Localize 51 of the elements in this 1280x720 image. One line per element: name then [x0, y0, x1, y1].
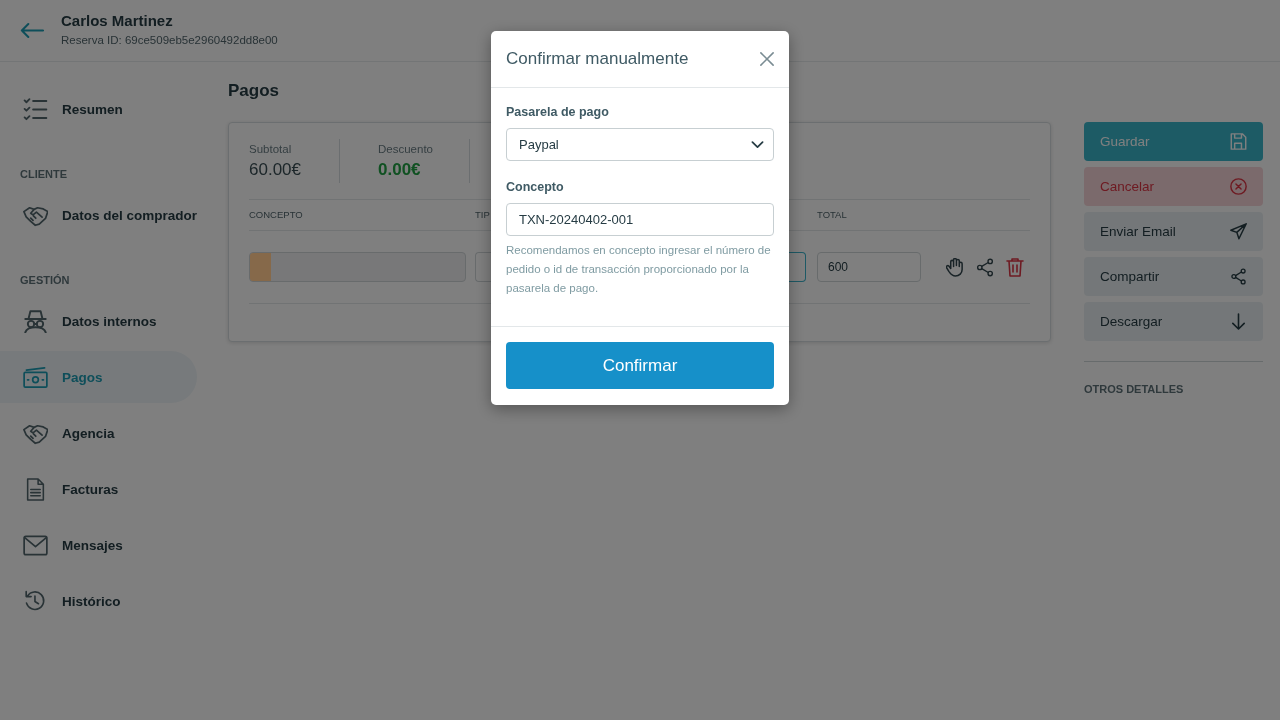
booking-id: Reserva ID: 69ce509eb5e2960492dd8e00 — [61, 33, 278, 47]
gateway-select[interactable]: Paypal — [506, 128, 774, 161]
concept-input[interactable]: TXN-20240402-001 — [506, 203, 774, 236]
concept-field[interactable] — [249, 252, 466, 282]
amount-field[interactable] — [789, 252, 806, 282]
page-title: Pagos — [228, 80, 280, 102]
summary-value: 60.00€ — [249, 159, 301, 180]
envelope-icon — [23, 533, 48, 557]
share-icon[interactable] — [976, 257, 994, 277]
circle-x-icon — [1230, 178, 1247, 195]
nav-item[interactable]: Facturas — [0, 463, 127, 515]
customer-name: Carlos Martinez — [61, 12, 173, 30]
nav-item[interactable]: Resumen — [0, 83, 131, 135]
close-icon[interactable] — [760, 52, 774, 66]
section-heading: OTROS DETALLES — [1084, 382, 1184, 396]
chevron-down-icon — [751, 140, 764, 149]
dialog-title: Confirmar manualmente — [506, 49, 689, 69]
banknote-icon — [23, 365, 48, 389]
paper-plane-icon — [1230, 223, 1247, 240]
nav-item[interactable]: Pagos — [0, 351, 197, 403]
summary-label: Subtotal — [249, 142, 292, 156]
total-input[interactable]: 600 — [817, 252, 921, 282]
section-heading: GESTIÓN — [20, 273, 70, 287]
field-label: Concepto — [506, 179, 564, 195]
type-field[interactable] — [475, 252, 491, 282]
checklist-icon — [23, 97, 48, 121]
summary-value: 0.00€ — [378, 159, 421, 180]
nav-item[interactable]: Datos internos — [0, 295, 165, 347]
arrow-down-icon — [1230, 313, 1247, 330]
nav-item[interactable]: Mensajes — [0, 519, 131, 571]
column-header: TOTAL — [817, 209, 847, 221]
back-arrow-icon[interactable] — [20, 22, 44, 39]
hand-icon[interactable] — [946, 257, 964, 277]
share-icon — [1230, 268, 1247, 285]
summary-label: Descuento — [378, 142, 433, 156]
column-header: TIP — [475, 209, 490, 221]
action-button[interactable]: Compartir — [1084, 257, 1263, 296]
action-button[interactable]: Descargar — [1084, 302, 1263, 341]
save-icon — [1230, 133, 1247, 150]
column-header: CONCEPTO — [249, 209, 303, 221]
action-button[interactable]: Cancelar — [1084, 167, 1263, 206]
action-button[interactable]: Enviar Email — [1084, 212, 1263, 251]
nav-item[interactable]: Agencia — [0, 407, 123, 459]
nav-item[interactable]: Histórico — [0, 575, 129, 627]
help-text: Recomendamos en concepto ingresar el número de pedido o id de transacción proporcionado por la pasarela de pago. — [506, 243, 772, 296]
confirm-button[interactable]: Confirmar — [506, 342, 774, 389]
trash-icon[interactable] — [1006, 257, 1024, 277]
section-heading: CLIENTE — [20, 167, 68, 181]
field-label: Pasarela de pago — [506, 104, 609, 120]
incognito-icon — [23, 309, 48, 333]
nav-item[interactable]: Datos del comprador — [0, 189, 206, 241]
